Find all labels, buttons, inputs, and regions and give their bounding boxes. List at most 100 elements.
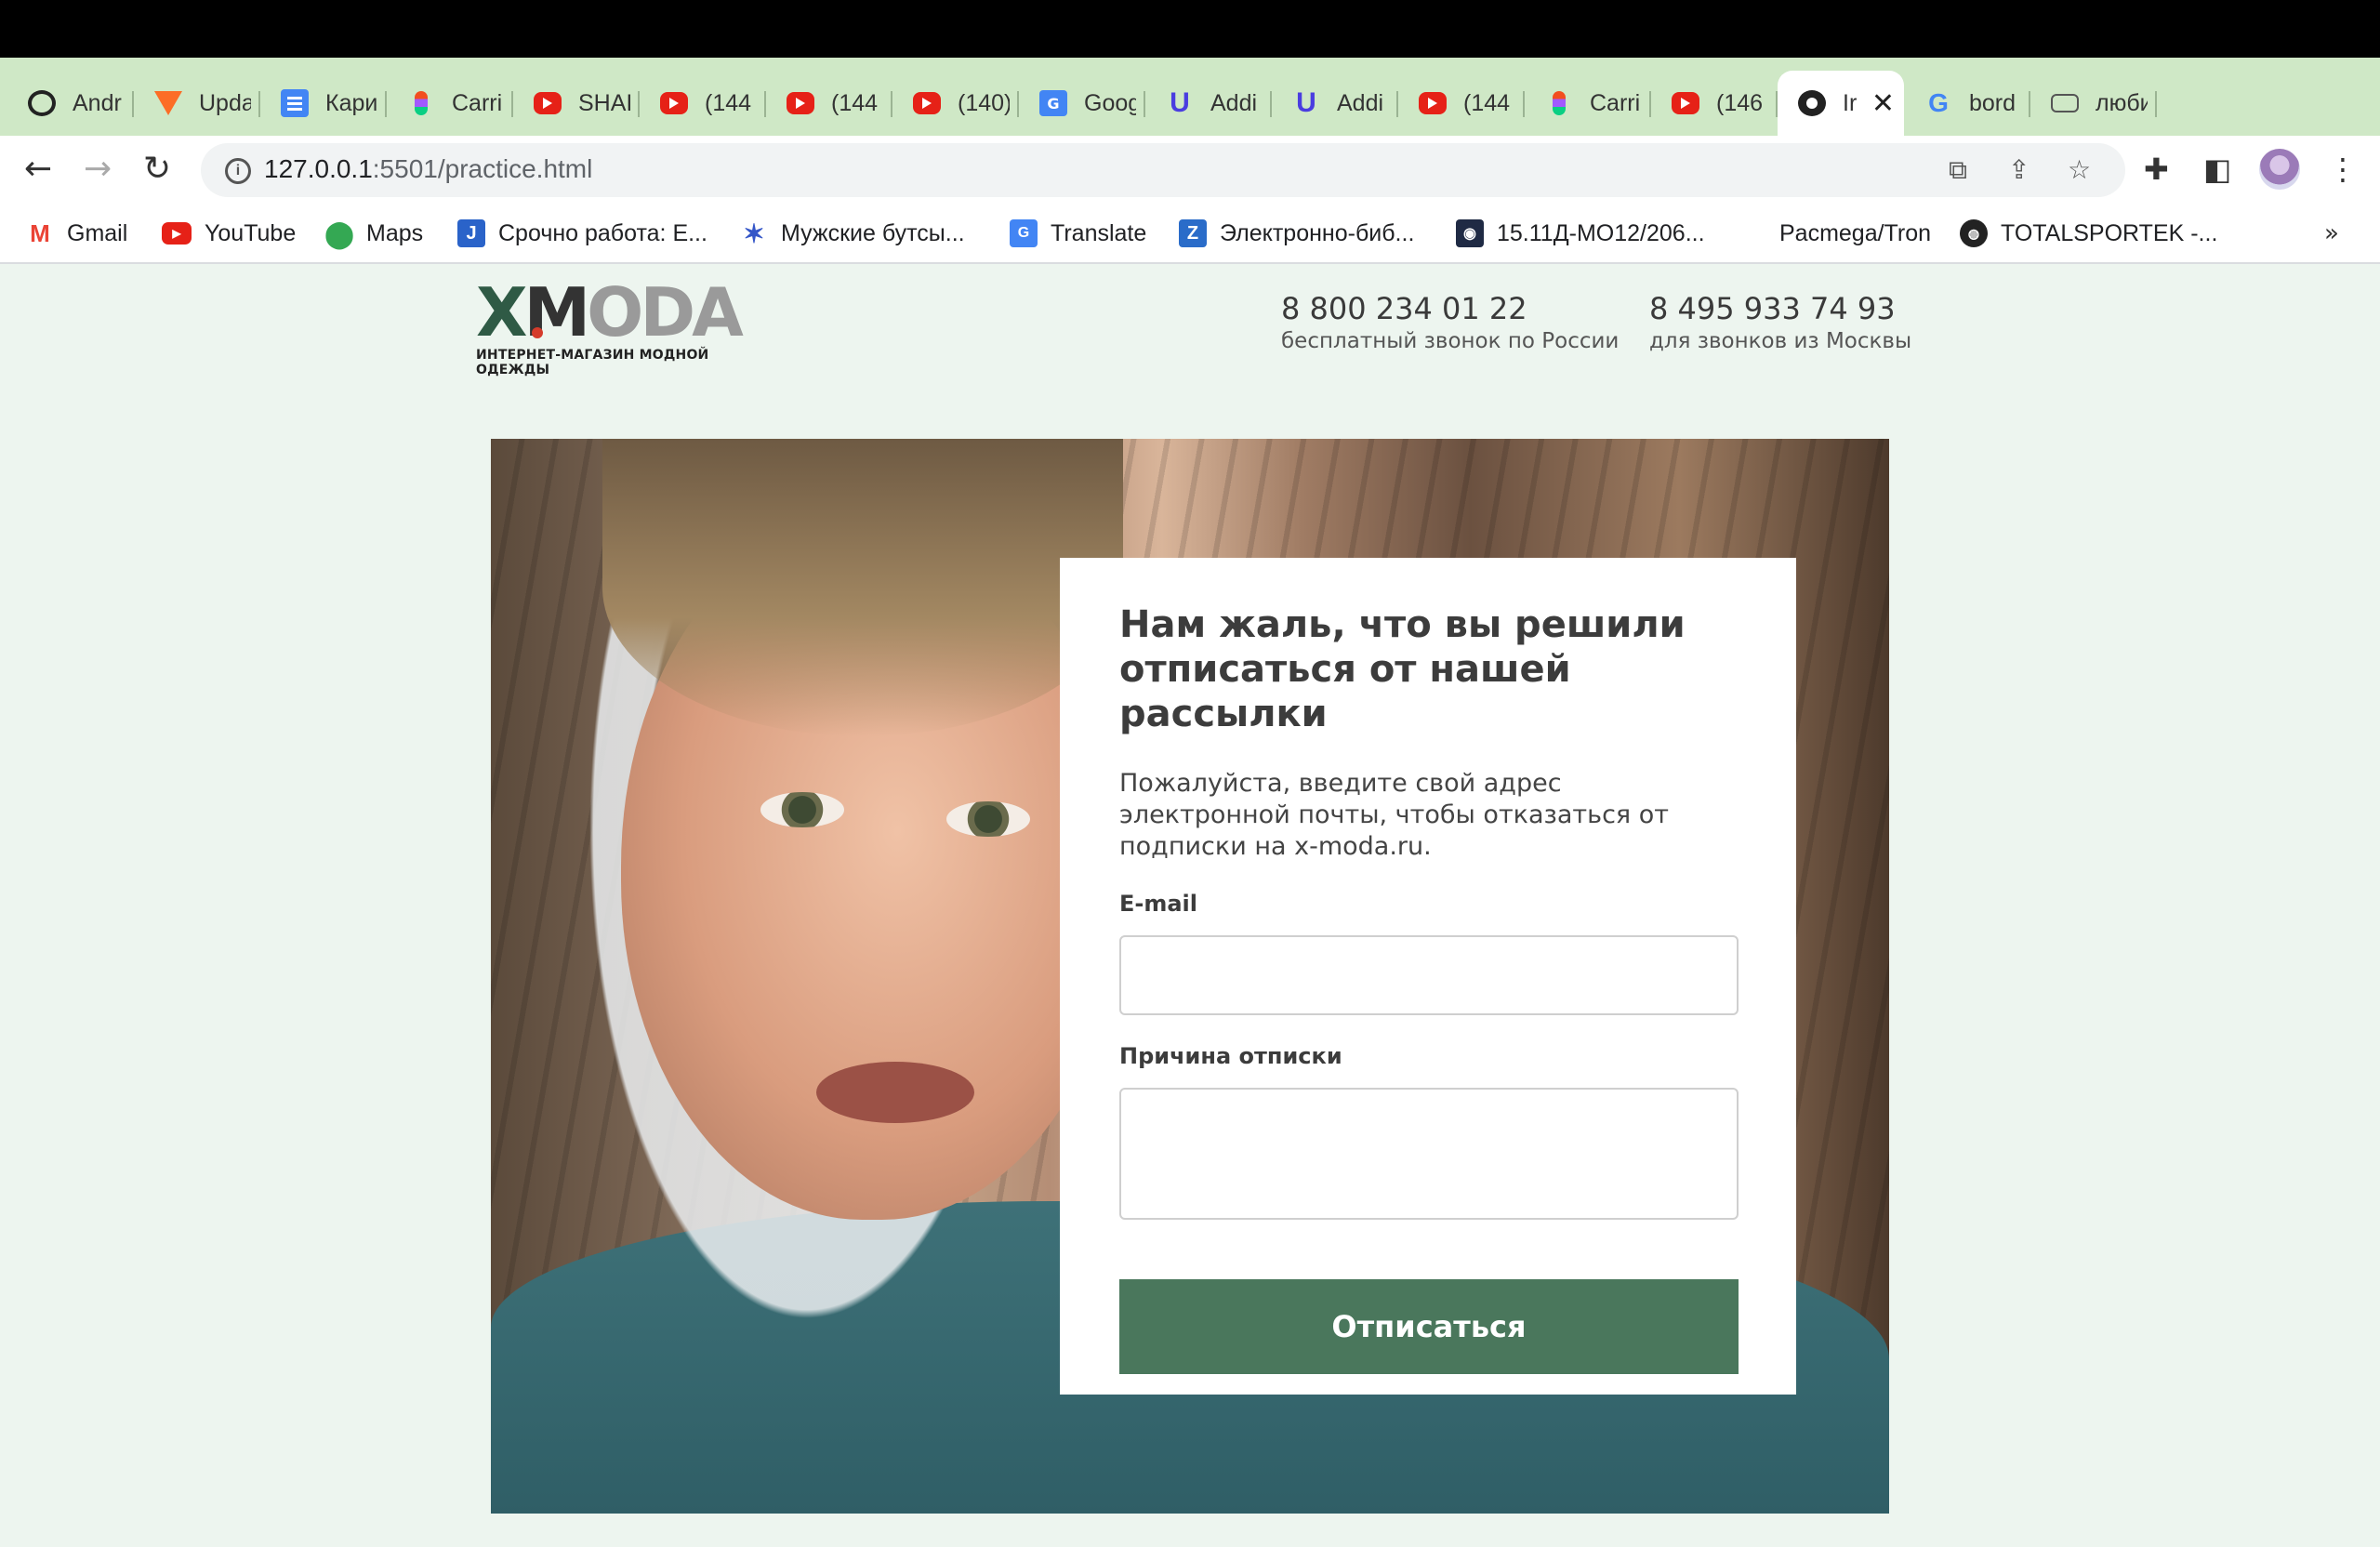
bookmark-translate[interactable]: G Translate — [1010, 218, 1146, 249]
bookmark-maps[interactable]: ⬤ Maps — [324, 218, 424, 249]
hero-hair — [602, 439, 1123, 736]
email-field[interactable] — [1119, 935, 1739, 1015]
bookmark-label: Translate — [1051, 219, 1147, 246]
bookmark-boots[interactable]: ✶ Мужские бутсы... — [740, 218, 965, 249]
youtube-icon: ▶ — [162, 222, 192, 245]
tab-active[interactable]: Ir ✕ — [1778, 71, 1904, 136]
youtube-icon — [1419, 92, 1447, 114]
tab[interactable]: SHAI — [513, 71, 640, 136]
unsubscribe-form: Нам жаль, что вы решили отписаться от на… — [1060, 558, 1796, 1395]
tab-title: (146 — [1716, 89, 1764, 116]
tab[interactable]: U Addi — [1272, 71, 1398, 136]
tab[interactable]: (140) — [892, 71, 1019, 136]
form-title: Нам жаль, что вы решили отписаться от на… — [1119, 603, 1686, 735]
hero-lips — [816, 1062, 974, 1123]
extensions-icon[interactable]: ✚ — [2144, 149, 2169, 190]
share-icon[interactable]: ⇪ — [2008, 154, 2030, 185]
side-panel-icon[interactable]: ◧ — [2203, 149, 2231, 190]
form-description: Пожалуйста, введите свой адрес электронн… — [1119, 769, 1669, 861]
youtube-icon — [1672, 92, 1699, 114]
bookmark-label: Maps — [366, 219, 424, 246]
bookmark-label: Срочно работа: Е... — [498, 219, 707, 246]
tab[interactable]: Carri — [1525, 71, 1651, 136]
avatar[interactable] — [2259, 149, 2300, 190]
bookmark-label: Мужские бутсы... — [781, 219, 965, 246]
bookmark-totalsportek[interactable]: ◍ TOTALSPORTEK -... — [1960, 218, 2217, 249]
tab-title: люби — [2096, 89, 2148, 116]
figma-icon — [1545, 89, 1573, 117]
tab-title: Ir — [1843, 89, 1858, 116]
unsubscribe-button[interactable]: Отписаться — [1119, 1279, 1739, 1374]
reload-button[interactable]: ↻ — [143, 149, 171, 190]
tab[interactable]: люби — [2030, 71, 2157, 136]
tab-title: bord — [1969, 89, 2016, 116]
google-icon: G — [1928, 88, 1949, 117]
bookmark-label: 15.11Д-МО12/206... — [1497, 219, 1705, 246]
tab[interactable]: Andr — [7, 71, 134, 136]
os-menu-bar — [0, 0, 2380, 58]
j-icon: J — [457, 219, 485, 247]
tab[interactable]: (144 — [1398, 71, 1525, 136]
globe-icon: ◍ — [1960, 219, 1988, 247]
hero-eye-right — [946, 801, 1030, 837]
bookmark-youtube[interactable]: ▶ YouTube — [162, 218, 296, 249]
tab-title: (144 — [705, 89, 752, 116]
tab-title: Carri — [1590, 89, 1641, 116]
tab[interactable]: (146 — [1651, 71, 1778, 136]
tab[interactable]: (144 — [640, 71, 766, 136]
tab-title: Carri — [452, 89, 503, 116]
tab-title: (144 — [831, 89, 879, 116]
figma-icon — [407, 89, 435, 117]
bookmarks-overflow-icon[interactable]: » — [2324, 219, 2339, 247]
bookmark-document[interactable]: ◉ 15.11Д-МО12/206... — [1456, 218, 1705, 249]
logo-dot — [532, 327, 543, 338]
bookmark-star-icon[interactable]: ☆ — [2068, 154, 2091, 185]
tab[interactable]: Upda — [134, 71, 260, 136]
tab-title: Upda — [199, 89, 251, 116]
site-logo[interactable]: XMODA ИНТЕРНЕТ-МАГАЗИН МОДНОЙ ОДЕЖДЫ — [476, 279, 774, 377]
phone-number[interactable]: 8 495 933 74 93 — [1649, 290, 1911, 327]
reason-field[interactable] — [1119, 1088, 1739, 1220]
hero-image: Нам жаль, что вы решили отписаться от на… — [491, 439, 1889, 1514]
tab[interactable]: Gbord — [1904, 71, 2030, 136]
close-icon[interactable]: ✕ — [1871, 87, 1895, 120]
bookmark-library[interactable]: Z Электронно-биб... — [1179, 218, 1414, 249]
forward-button[interactable]: → — [84, 149, 112, 190]
tab[interactable]: Кари — [260, 71, 387, 136]
bookmark-label: Pacmega/Tron — [1779, 219, 1932, 246]
address-bar[interactable]: i 127.0.0.1:5501/practice.html ⧉ ⇪ ☆ — [201, 143, 2125, 197]
url-text: 127.0.0.1:5501/practice.html — [264, 154, 592, 184]
url-path: :5501/practice.html — [372, 154, 593, 183]
info-icon[interactable]: i — [225, 158, 251, 184]
tab-title: (144 — [1463, 89, 1511, 116]
phone-number[interactable]: 8 800 234 01 22 — [1281, 290, 1619, 327]
more-menu-icon[interactable]: ⋮ — [2328, 149, 2358, 190]
tab[interactable]: G Goog — [1019, 71, 1145, 136]
tab-title: SHAI — [578, 89, 630, 116]
tab[interactable]: U Addi — [1145, 71, 1272, 136]
tab[interactable]: (144 — [766, 71, 892, 136]
u-icon: U — [1296, 87, 1316, 118]
translate-icon[interactable]: ⧉ — [1949, 154, 1967, 186]
bookmark-label: Электронно-биб... — [1220, 219, 1415, 246]
bookmark-job[interactable]: J Срочно работа: Е... — [457, 218, 707, 249]
tab-title: Goog — [1084, 89, 1136, 116]
bookmark-label: YouTube — [205, 219, 297, 246]
phone-caption: бесплатный звонок по России — [1281, 329, 1620, 353]
bookmark-gmail[interactable]: M Gmail — [26, 218, 127, 249]
maps-icon: ⬤ — [324, 218, 354, 248]
tab-title: Кари — [325, 89, 377, 116]
phone-block-moscow: 8 495 933 74 93 для звонков из Москвы — [1649, 290, 1911, 355]
translate-icon: G — [1039, 90, 1067, 116]
back-button[interactable]: ← — [24, 149, 52, 190]
bookmark-pacmega[interactable]: Pacmega/Tron — [1779, 218, 1931, 249]
bookmarks-bar: M Gmail ▶ YouTube ⬤ Maps J Срочно работа: Е.… — [0, 205, 2380, 264]
youtube-icon — [534, 92, 562, 114]
globe-icon — [1798, 90, 1826, 116]
phone-caption: для звонков из Москвы — [1649, 329, 1912, 353]
reason-label: Причина отписки — [1119, 1043, 1342, 1069]
tab[interactable]: Carri — [387, 71, 513, 136]
youtube-icon — [660, 92, 688, 114]
logo-oda: ODA — [587, 273, 744, 351]
logo-wordmark: XMODA — [476, 279, 774, 346]
